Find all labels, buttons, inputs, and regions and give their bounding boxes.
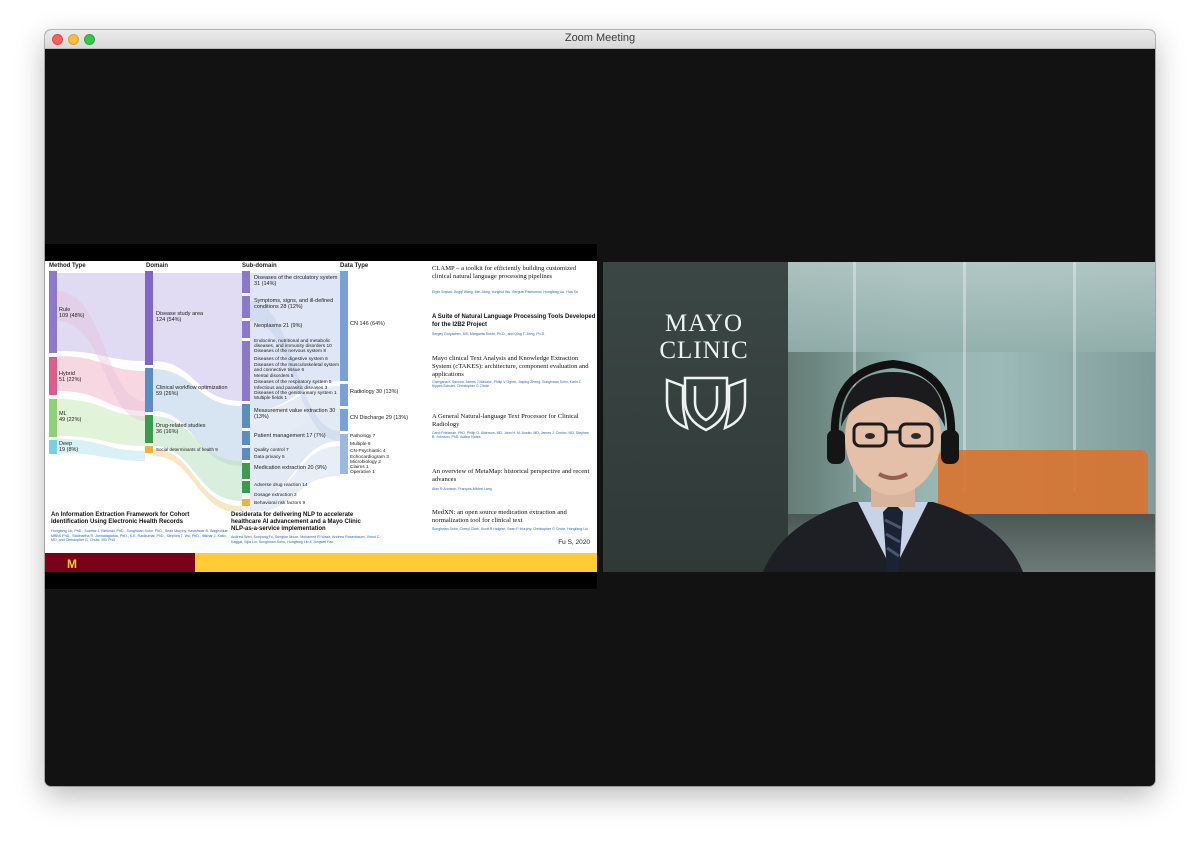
university-logo: M <box>67 557 77 571</box>
node-dt-cn-discharge <box>340 409 348 431</box>
node-sub-symptoms <box>242 296 250 318</box>
zoom-window: Zoom Meeting Method Type Domain Sub-doma… <box>45 30 1155 786</box>
node-sub-circulatory <box>242 271 250 293</box>
node-label-hybrid: Hybrid 51 (22%) <box>59 371 82 383</box>
dt-label-radiology: Radiology 30 (13%) <box>350 389 399 395</box>
node-sub-measurement <box>242 404 250 428</box>
ref-authors-medlee: Carol Friedman, PhD, Philip O. Alderson,… <box>432 431 589 440</box>
sub-label-measurement: Measurement value extraction 30 (13%) <box>254 408 336 420</box>
ref-title-i2b2: A Suite of Natural Language Processing T… <box>432 314 596 328</box>
ref-authors-metamap: Alan R Aronson, François-Michel Lang <box>432 487 492 491</box>
node-label-social-determinants: Social determinants of health 9 <box>156 447 218 452</box>
sub-label-medication: Medication extraction 20 (9%) <box>254 465 327 471</box>
node-sub-medication <box>242 463 250 479</box>
background-ceiling <box>788 262 1155 352</box>
node-sub-behavioral <box>242 499 250 506</box>
node-dt-radiology <box>340 384 348 406</box>
node-social-determinants <box>145 446 153 453</box>
sub-label-privacy: Data privacy 5 <box>254 455 285 460</box>
sub-label-adverse: Adverse drug reaction 14 <box>254 483 308 488</box>
ref-title-clamp: CLAMP – a toolkit for efficiently buildi… <box>432 265 577 280</box>
ref-title-medlee: A General Natural-language Text Processo… <box>432 413 579 428</box>
node-drug-related <box>145 415 153 443</box>
title-bar[interactable]: Zoom Meeting <box>45 30 1155 49</box>
mid-paper-authors: Andrew Wen, Sunyang Fu, Sungrim Moon, Mo… <box>231 535 381 544</box>
window-title: Zoom Meeting <box>564 32 636 44</box>
sub-label-musculoskeletal: Diseases of the musculoskeletal system a… <box>254 363 340 373</box>
sub-label-dosage: Dosage extraction 2 <box>254 493 297 498</box>
dt-label-pathology: Pathology 7 <box>350 434 376 439</box>
sub-label-respiratory: Diseases of the respiratory system 5 <box>254 380 332 385</box>
mid-paper-title: Desiderata for delivering NLP to acceler… <box>231 512 361 532</box>
node-label-drug-related: Drug-related studies 36 (16%) <box>156 423 206 435</box>
node-label-clinical-workflow: Clinical workflow optimization 59 (26%) <box>156 385 228 397</box>
node-dt-cn <box>340 271 348 381</box>
node-label-disease-study: Disease study area 124 (54%) <box>156 311 204 323</box>
sub-label-endocrine: Endocrine, nutritional and metabolic dis… <box>254 339 332 349</box>
sub-label-multiple-fields: Multiple fields 1 <box>254 396 288 401</box>
node-ml <box>49 399 57 437</box>
node-sub-quality-privacy <box>242 448 250 460</box>
dt-label-operative: Operative 1 <box>350 470 375 475</box>
node-sub-minor-diseases <box>242 341 250 401</box>
dt-label-cn-psychiatric: CN-Psychiatric 4 <box>350 449 386 454</box>
left-paper-authors: Hongfang Liu, PhD., Suzette J. Bielinski… <box>51 529 229 542</box>
node-label-rule: Rule 109 (48%) <box>59 307 85 319</box>
node-label-ml: ML 49 (22%) <box>59 411 82 423</box>
slide-footer-gold <box>195 553 597 572</box>
slide-citation: Fu S, 2020 <box>558 539 590 546</box>
ref-authors-medxn: Sunghwan Sohn, Cheryl Clark, Scott R Hal… <box>432 527 588 531</box>
left-paper-title: An Information Extraction Framework for … <box>51 512 190 525</box>
participant-video[interactable]: MAYO CLINIC <box>603 262 1155 572</box>
speaker-person <box>763 359 1023 572</box>
node-sub-neoplasms <box>242 321 250 338</box>
sub-label-neoplasms: Neoplasms 21 (9%) <box>254 323 303 329</box>
ref-title-ctakes: Mayo clinical Text Analysis and Knowledg… <box>432 355 589 378</box>
node-clinical-workflow <box>145 368 153 412</box>
sub-label-mental: Mental disorders 5 <box>254 374 294 379</box>
ref-title-medxn: MedXN: an open source medication extract… <box>432 509 567 524</box>
node-sub-adverse-dosage <box>242 481 250 493</box>
dt-label-cn-discharge: CN Discharge 29 (13%) <box>350 415 409 421</box>
node-sub-patient-mgmt <box>242 431 250 445</box>
node-hybrid <box>49 357 57 395</box>
node-label-deep: Deep 19 (8%) <box>59 441 79 453</box>
mayo-shield-icon <box>665 376 747 432</box>
sub-label-quality: Quality control 7 <box>254 448 289 453</box>
sub-label-symptoms: Symptoms, signs, and ill-defined conditi… <box>254 298 334 310</box>
ref-title-metamap: An overview of MetaMap: historical persp… <box>432 468 590 483</box>
dt-label-multiple: Multiple 6 <box>350 442 371 447</box>
shared-screen[interactable]: Method Type Domain Sub-domain Data Type <box>45 244 597 589</box>
sub-label-digestive: Diseases of the digestive system 6 <box>254 357 328 362</box>
ref-authors-clamp: Ergin Soysal, Jingqi Wang, Min Jiang, Yo… <box>432 290 578 294</box>
node-dt-minor <box>340 434 348 474</box>
sub-label-circulatory: Diseases of the circulatory system 31 (1… <box>254 275 338 287</box>
ref-authors-ctakes: Guergana K Savova, James J Masanz, Phili… <box>432 380 582 389</box>
node-disease-study <box>145 271 153 365</box>
sub-label-nervous: Diseases of the nervous system 8 <box>254 349 326 354</box>
ref-authors-i2b2: Sergey Goryachev, MS, Margarita Sordo, P… <box>432 332 546 336</box>
presentation-slide: Method Type Domain Sub-domain Data Type <box>45 261 597 572</box>
sub-label-behavioral: Behavioral risk factors 9 <box>254 501 306 506</box>
node-deep <box>49 440 57 454</box>
node-rule <box>49 271 57 353</box>
dt-label-cn: CN 146 (64%) <box>350 321 385 327</box>
sub-label-patient-mgmt: Patient management 17 (7%) <box>254 433 326 439</box>
